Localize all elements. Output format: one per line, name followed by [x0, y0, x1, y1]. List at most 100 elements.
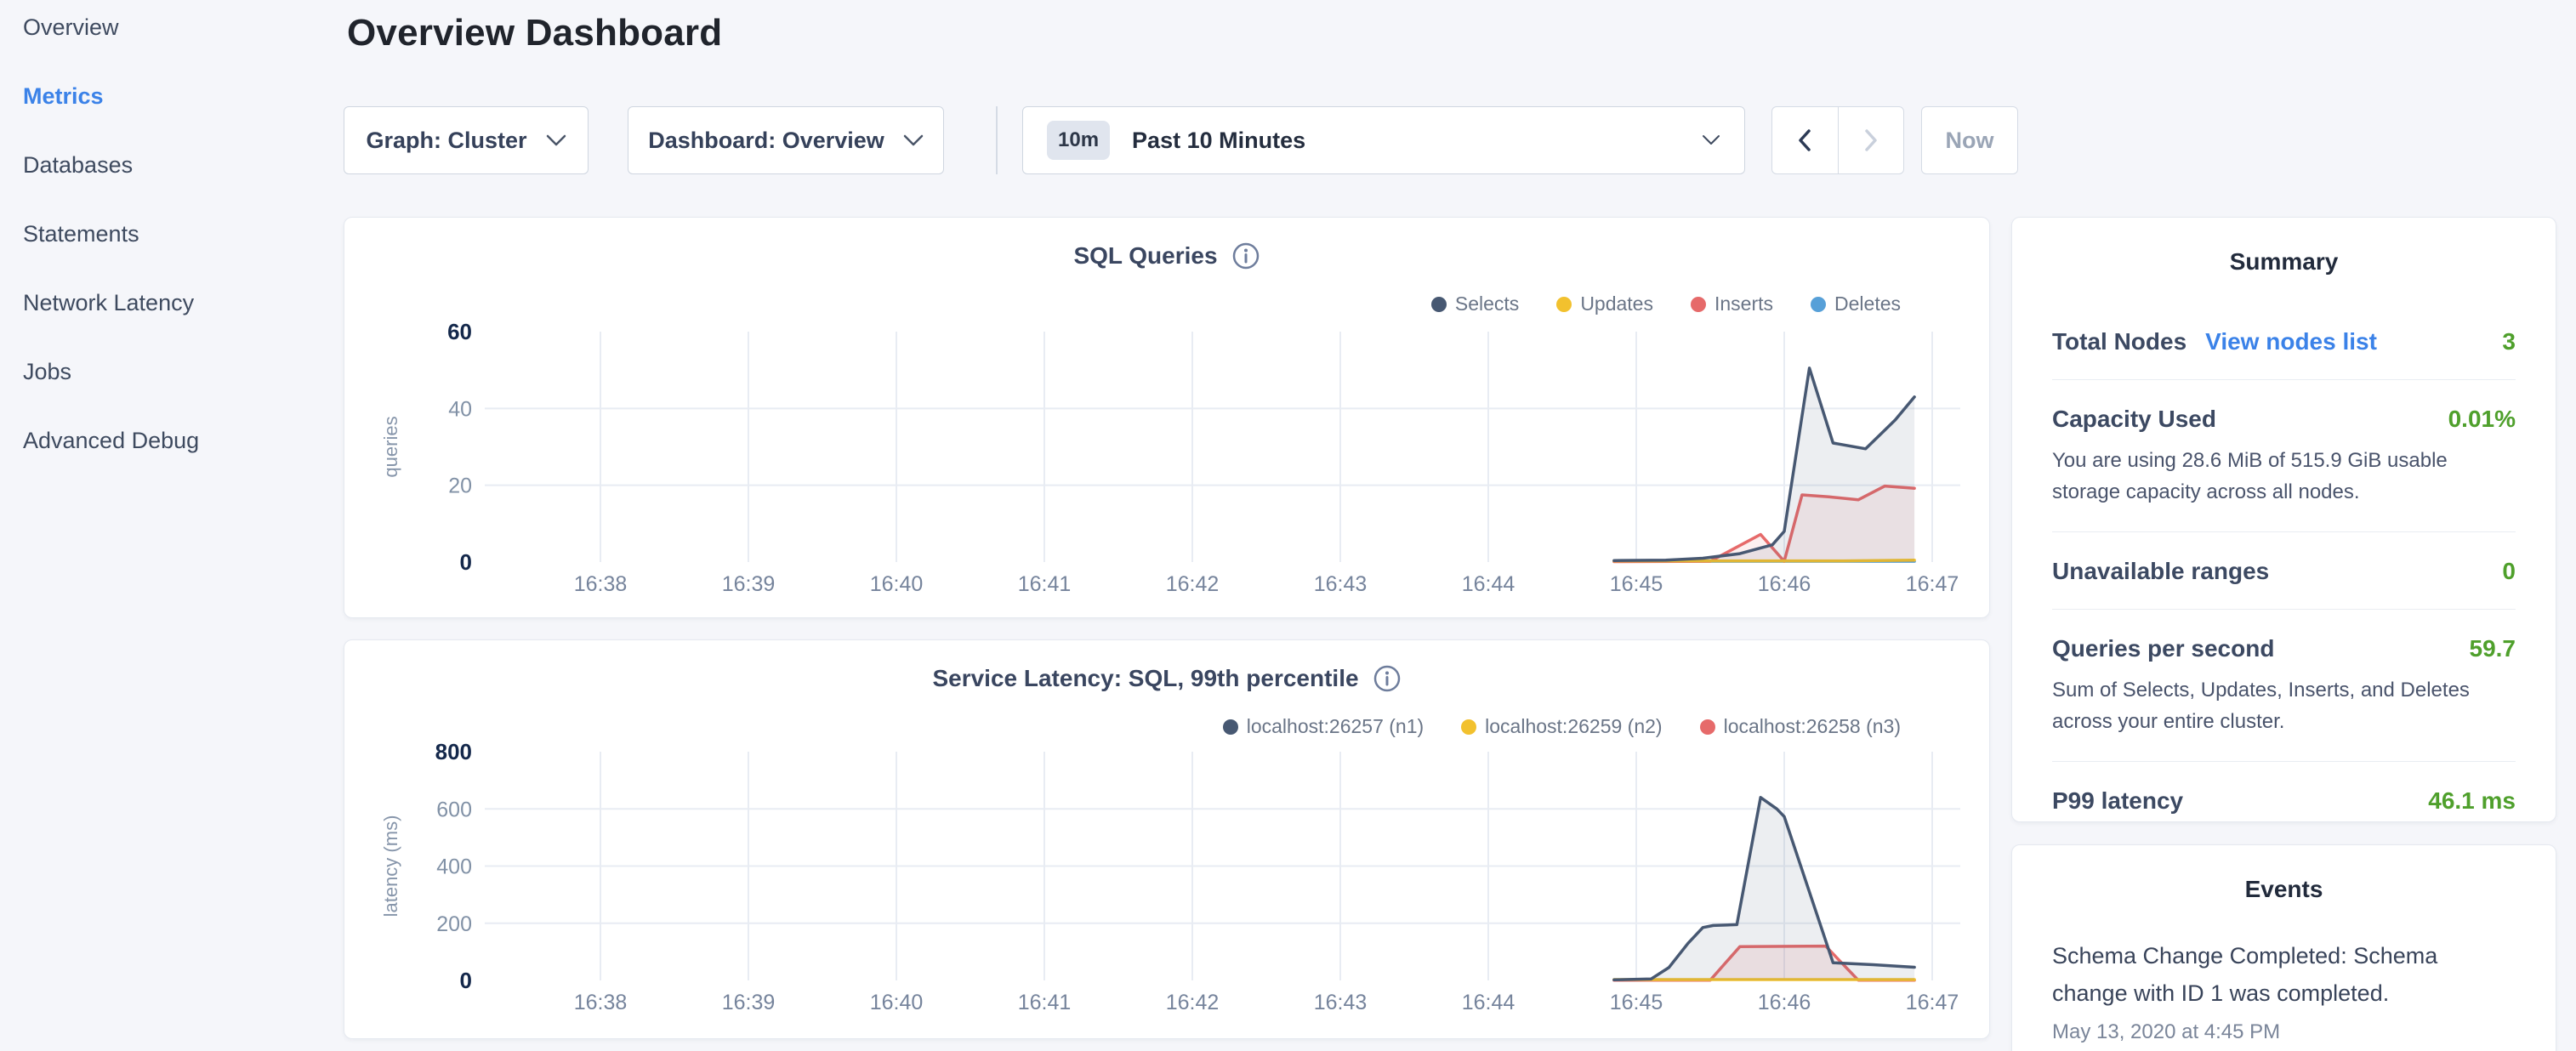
sidebar-item-metrics[interactable]: Metrics [0, 62, 340, 131]
capacity-used-value: 0.01% [2448, 406, 2516, 433]
total-nodes-value: 3 [2502, 328, 2516, 355]
sidebar-nav: Overview Metrics Databases Statements Ne… [0, 0, 340, 475]
y-axis-tick-label: 60 [447, 319, 472, 344]
legend-item[interactable]: localhost:26259 (n2) [1461, 715, 1662, 738]
legend-label: Selects [1455, 293, 1519, 315]
legend-item[interactable]: localhost:26257 (n1) [1223, 715, 1424, 738]
events-panel: Events Schema Change Completed: Schema c… [2011, 844, 2556, 1051]
time-range-badge: 10m [1047, 121, 1110, 160]
summary-row-unavailable-ranges: Unavailable ranges 0 [2052, 532, 2516, 610]
x-axis-tick-label: 16:38 [574, 991, 628, 1014]
view-nodes-list-link[interactable]: View nodes list [2205, 328, 2377, 355]
sidebar-item-network-latency[interactable]: Network Latency [0, 269, 340, 338]
x-axis-tick-label: 16:39 [722, 572, 776, 596]
event-timestamp: May 13, 2020 at 4:45 PM [2052, 1020, 2516, 1044]
legend-label: localhost:26258 (n3) [1724, 715, 1901, 738]
main-content: Overview Dashboard Graph: Cluster Dashbo… [344, 0, 2044, 54]
controls-divider [996, 106, 998, 174]
legend-label: localhost:26259 (n2) [1485, 715, 1662, 738]
x-axis-tick-label: 16:40 [870, 572, 924, 596]
info-icon[interactable] [1231, 241, 1260, 270]
capacity-used-description: You are using 28.6 MiB of 515.9 GiB usab… [2052, 445, 2516, 508]
unavailable-ranges-label: Unavailable ranges [2052, 558, 2269, 585]
time-next-button[interactable] [1838, 107, 1904, 173]
x-axis-tick-label: 16:47 [1906, 991, 1959, 1014]
sidebar: Overview Metrics Databases Statements Ne… [0, 0, 340, 1051]
x-axis-tick-label: 16:41 [1018, 991, 1072, 1014]
y-axis-tick-label: 200 [436, 912, 472, 936]
legend-dot-icon [1691, 297, 1706, 312]
graph-dropdown-label: Graph: Cluster [366, 128, 526, 154]
summary-title: Summary [2052, 248, 2516, 276]
summary-panel: Summary Total Nodes View nodes list 3 Ca… [2011, 217, 2556, 822]
dashboard-dropdown-label: Dashboard: Overview [648, 128, 884, 154]
chevron-down-icon [1702, 134, 1720, 146]
summary-row-p99: P99 latency 46.1 ms [2052, 762, 2516, 838]
legend-item[interactable]: Inserts [1691, 293, 1773, 315]
app-root: Overview Metrics Databases Statements Ne… [0, 0, 2576, 1051]
x-axis-tick-label: 16:46 [1758, 572, 1811, 596]
x-axis-tick-label: 16:45 [1610, 991, 1663, 1014]
chart-title-row: SQL Queries [344, 241, 1989, 270]
x-axis-tick-label: 16:46 [1758, 991, 1811, 1014]
now-button[interactable]: Now [1921, 106, 2018, 174]
chevron-down-icon [546, 134, 566, 147]
sidebar-item-advanced-debug[interactable]: Advanced Debug [0, 406, 340, 475]
sql-queries-plot[interactable]: 16:3816:3916:4016:4116:4216:4316:4416:45… [344, 218, 1991, 619]
time-pager [1771, 106, 1904, 174]
chart-title-row: Service Latency: SQL, 99th percentile [344, 664, 1989, 693]
legend-dot-icon [1811, 297, 1826, 312]
legend-item[interactable]: Updates [1556, 293, 1653, 315]
legend-dot-icon [1556, 297, 1572, 312]
time-prev-button[interactable] [1772, 107, 1838, 173]
qps-label: Queries per second [2052, 635, 2274, 662]
x-axis-tick-label: 16:41 [1018, 572, 1072, 596]
sidebar-item-overview[interactable]: Overview [0, 0, 340, 62]
page-title: Overview Dashboard [347, 12, 2044, 54]
legend-item[interactable]: localhost:26258 (n3) [1700, 715, 1901, 738]
legend-dot-icon [1431, 297, 1447, 312]
sidebar-item-jobs[interactable]: Jobs [0, 338, 340, 406]
legend-item[interactable]: Deletes [1811, 293, 1901, 315]
sidebar-item-statements[interactable]: Statements [0, 200, 340, 269]
y-axis-unit-label: latency (ms) [380, 815, 401, 917]
chart-legend: Selects Updates Inserts Deletes [1431, 293, 1901, 315]
summary-row-capacity: Capacity Used 0.01% You are using 28.6 M… [2052, 380, 2516, 532]
x-axis-tick-label: 16:42 [1166, 991, 1220, 1014]
summary-row-qps: Queries per second 59.7 Sum of Selects, … [2052, 610, 2516, 762]
time-range-dropdown[interactable]: 10m Past 10 Minutes [1022, 106, 1745, 174]
x-axis-tick-label: 16:40 [870, 991, 924, 1014]
chevron-left-icon [1797, 128, 1812, 152]
y-axis-tick-label: 600 [436, 798, 472, 821]
unavailable-ranges-value: 0 [2502, 558, 2516, 585]
graph-dropdown[interactable]: Graph: Cluster [344, 106, 589, 174]
p99-latency-label: P99 latency [2052, 787, 2183, 815]
service-latency-plot[interactable]: 16:3816:3916:4016:4116:4216:4316:4416:45… [344, 640, 1991, 1040]
qps-description: Sum of Selects, Updates, Inserts, and De… [2052, 674, 2516, 737]
legend-label: Deletes [1834, 293, 1901, 315]
chevron-down-icon [903, 134, 924, 147]
y-axis-tick-label: 40 [448, 397, 472, 421]
total-nodes-label: Total Nodes [2052, 328, 2186, 355]
y-axis-tick-label: 800 [435, 739, 472, 764]
legend-label: Updates [1580, 293, 1653, 315]
x-axis-tick-label: 16:45 [1610, 572, 1663, 596]
summary-body: Total Nodes View nodes list 3 Capacity U… [2052, 303, 2516, 838]
x-axis-tick-label: 16:38 [574, 572, 628, 596]
dashboard-dropdown[interactable]: Dashboard: Overview [628, 106, 944, 174]
legend-dot-icon [1461, 719, 1476, 735]
sql-queries-chart-card: SQL Queries Selects Updates Inserts Deletes… [344, 217, 1990, 618]
event-list-item[interactable]: Schema Change Completed: Schema change w… [2052, 937, 2516, 1044]
y-axis-tick-label: 20 [448, 474, 472, 498]
x-axis-tick-label: 16:42 [1166, 572, 1220, 596]
qps-value: 59.7 [2470, 635, 2516, 662]
legend-item[interactable]: Selects [1431, 293, 1519, 315]
series-area [1614, 368, 1914, 562]
x-axis-tick-label: 16:39 [722, 991, 776, 1014]
events-title: Events [2052, 876, 2516, 903]
info-icon[interactable] [1373, 664, 1402, 693]
p99-latency-value: 46.1 ms [2428, 787, 2516, 815]
sidebar-item-databases[interactable]: Databases [0, 131, 340, 200]
capacity-used-label: Capacity Used [2052, 406, 2216, 433]
event-message: Schema Change Completed: Schema change w… [2052, 937, 2516, 1012]
